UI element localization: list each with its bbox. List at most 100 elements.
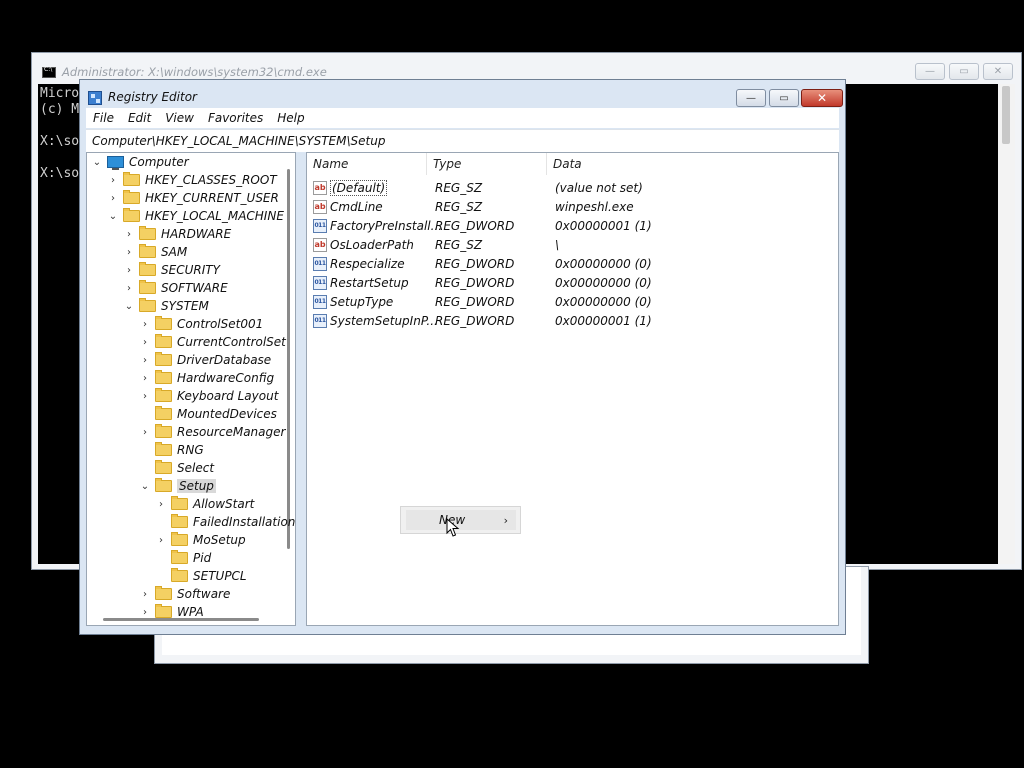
column-header-type[interactable]: Type xyxy=(427,153,547,175)
regedit-close-button[interactable]: ✕ xyxy=(801,89,843,107)
chevron-right-icon[interactable]: › xyxy=(107,171,119,189)
value-data: winpeshl.exe xyxy=(555,199,634,214)
tree-item[interactable]: › MoSetup xyxy=(155,531,246,549)
chevron-right-icon[interactable]: › xyxy=(139,333,151,351)
tree-item[interactable]: › AllowStart xyxy=(155,495,254,513)
tree-item[interactable]: › HKEY_CLASSES_ROOT xyxy=(107,171,277,189)
cmd-scrollbar[interactable] xyxy=(998,84,1015,564)
value-name: RestartSetup xyxy=(330,275,409,290)
chevron-right-icon[interactable]: › xyxy=(155,531,167,549)
registry-value-row[interactable]: ab OsLoaderPath REG_SZ \ xyxy=(307,235,838,254)
chevron-right-icon[interactable]: › xyxy=(123,225,135,243)
tree-item[interactable]: SETUPCL xyxy=(155,567,247,585)
regedit-minimize-button[interactable]: — xyxy=(736,89,766,107)
registry-value-row[interactable]: 011 SystemSetupInP... REG_DWORD 0x00000001 … xyxy=(307,311,838,330)
tree-item[interactable]: › HardwareConfig xyxy=(139,369,274,387)
value-name-cell: 011 RestartSetup xyxy=(313,273,409,292)
tree-item[interactable]: ⌄ Setup xyxy=(139,477,216,495)
cmd-app-icon xyxy=(42,66,56,78)
folder-icon xyxy=(155,406,172,420)
menu-help[interactable]: Help xyxy=(270,111,311,125)
tree-item-label: HKEY_LOCAL_MACHINE xyxy=(145,209,284,223)
chevron-down-icon[interactable]: ⌄ xyxy=(139,477,151,495)
column-header-name[interactable]: Name xyxy=(307,153,427,175)
registry-value-row[interactable]: 011 FactoryPreInstall... REG_DWORD 0x000000… xyxy=(307,216,838,235)
tree-item-label: Setup xyxy=(177,479,216,493)
tree-item[interactable]: ⌄ SYSTEM xyxy=(123,297,209,315)
tree-item-label: CurrentControlSet xyxy=(177,335,286,349)
chevron-right-icon[interactable]: › xyxy=(139,387,151,405)
value-type: REG_DWORD xyxy=(435,275,515,290)
menu-edit[interactable]: Edit xyxy=(121,111,158,125)
tree-item[interactable]: › SOFTWARE xyxy=(123,279,228,297)
chevron-right-icon[interactable]: › xyxy=(139,585,151,603)
chevron-down-icon[interactable]: ⌄ xyxy=(123,297,135,315)
tree-vscroll-thumb[interactable] xyxy=(287,169,290,549)
registry-tree-pane[interactable]: ⌄ Computer › HKEY_CLASSES_ROOT › HKEY_CURRENT… xyxy=(86,152,296,626)
registry-value-row[interactable]: 011 RestartSetup REG_DWORD 0x00000000 (0) xyxy=(307,273,838,292)
tree-item[interactable]: › WPA xyxy=(139,603,204,621)
chevron-right-icon[interactable]: › xyxy=(139,423,151,441)
tree-item[interactable]: FailedInstallation xyxy=(155,513,295,531)
chevron-down-icon[interactable]: ⌄ xyxy=(107,207,119,225)
chevron-right-icon[interactable]: › xyxy=(139,369,151,387)
chevron-right-icon[interactable]: › xyxy=(123,243,135,261)
chevron-right-icon[interactable]: › xyxy=(123,279,135,297)
chevron-right-icon[interactable]: › xyxy=(155,495,167,513)
menu-file[interactable]: File xyxy=(86,111,121,125)
column-header-data[interactable]: Data xyxy=(547,153,727,175)
tree-item[interactable]: › ControlSet001 xyxy=(139,315,263,333)
cmd-scrollbar-thumb[interactable] xyxy=(1002,86,1010,144)
tree-item[interactable]: › ResourceManager xyxy=(139,423,285,441)
submenu-arrow-icon: › xyxy=(503,513,508,527)
cmd-window-title: Administrator: X:\windows\system32\cmd.e… xyxy=(62,65,327,79)
chevron-right-icon[interactable]: › xyxy=(107,189,119,207)
tree-item[interactable]: › Software xyxy=(139,585,230,603)
tree-item[interactable]: Select xyxy=(139,459,214,477)
tree-item-label: Select xyxy=(177,461,215,475)
tree-item[interactable]: › SAM xyxy=(123,243,187,261)
address-bar[interactable]: Computer\HKEY_LOCAL_MACHINE\SYSTEM\Setup xyxy=(86,129,839,152)
chevron-right-icon[interactable]: › xyxy=(139,603,151,621)
chevron-right-icon[interactable]: › xyxy=(139,351,151,369)
registry-editor-window[interactable]: Registry Editor — ▭ ✕ File Edit View Fav… xyxy=(79,79,846,635)
tree-item[interactable]: › SECURITY xyxy=(123,261,220,279)
cmd-minimize-button[interactable]: — xyxy=(915,63,945,80)
regedit-maximize-button[interactable]: ▭ xyxy=(769,89,799,107)
regedit-titlebar[interactable]: Registry Editor — ▭ ✕ xyxy=(80,80,845,110)
tree-item-label: ResourceManager xyxy=(177,425,286,439)
tree-item[interactable]: MountedDevices xyxy=(139,405,277,423)
tree-item[interactable]: › CurrentControlSet xyxy=(139,333,286,351)
registry-value-row[interactable]: 011 Respecialize REG_DWORD 0x00000000 (0) xyxy=(307,254,838,273)
tree-item[interactable]: Pid xyxy=(155,549,211,567)
chevron-right-icon[interactable]: › xyxy=(123,261,135,279)
registry-value-row[interactable]: ab CmdLine REG_SZ winpeshl.exe xyxy=(307,197,838,216)
context-menu-new[interactable]: New › xyxy=(406,510,516,530)
registry-value-row[interactable]: ab (Default) REG_SZ (value not set) xyxy=(307,178,838,197)
value-type: REG_DWORD xyxy=(435,256,515,271)
tree-item-label: SOFTWARE xyxy=(161,281,228,295)
tree-item[interactable]: ⌄ HKEY_LOCAL_MACHINE xyxy=(107,207,284,225)
menu-view[interactable]: View xyxy=(158,111,201,125)
value-type: REG_SZ xyxy=(435,199,483,214)
chevron-right-icon[interactable]: › xyxy=(139,315,151,333)
tree-item[interactable]: ⌄ Computer xyxy=(91,153,189,171)
address-path: Computer\HKEY_LOCAL_MACHINE\SYSTEM\Setup xyxy=(92,134,386,148)
registry-value-row[interactable]: 011 SetupType REG_DWORD 0x00000000 (0) xyxy=(307,292,838,311)
tree-item[interactable]: › DriverDatabase xyxy=(139,351,271,369)
value-name-cell: ab CmdLine xyxy=(313,197,383,216)
context-menu: New › xyxy=(400,506,521,534)
folder-icon xyxy=(155,604,172,618)
chevron-down-icon[interactable]: ⌄ xyxy=(91,153,103,171)
tree-item[interactable]: › Keyboard Layout xyxy=(139,387,278,405)
registry-values-pane[interactable]: Name Type Data ab (Default) REG_SZ (value n… xyxy=(306,152,839,626)
value-name: SetupType xyxy=(330,294,394,309)
tree-item[interactable]: › HARDWARE xyxy=(123,225,231,243)
tree-vertical-scrollbar[interactable] xyxy=(283,153,295,613)
cmd-maximize-button[interactable]: ▭ xyxy=(949,63,979,80)
menu-favorites[interactable]: Favorites xyxy=(201,111,270,125)
tree-item[interactable]: RNG xyxy=(139,441,204,459)
tree-item-label: MoSetup xyxy=(193,533,246,547)
cmd-close-button[interactable]: ✕ xyxy=(983,63,1013,80)
tree-item[interactable]: › HKEY_CURRENT_USER xyxy=(107,189,279,207)
